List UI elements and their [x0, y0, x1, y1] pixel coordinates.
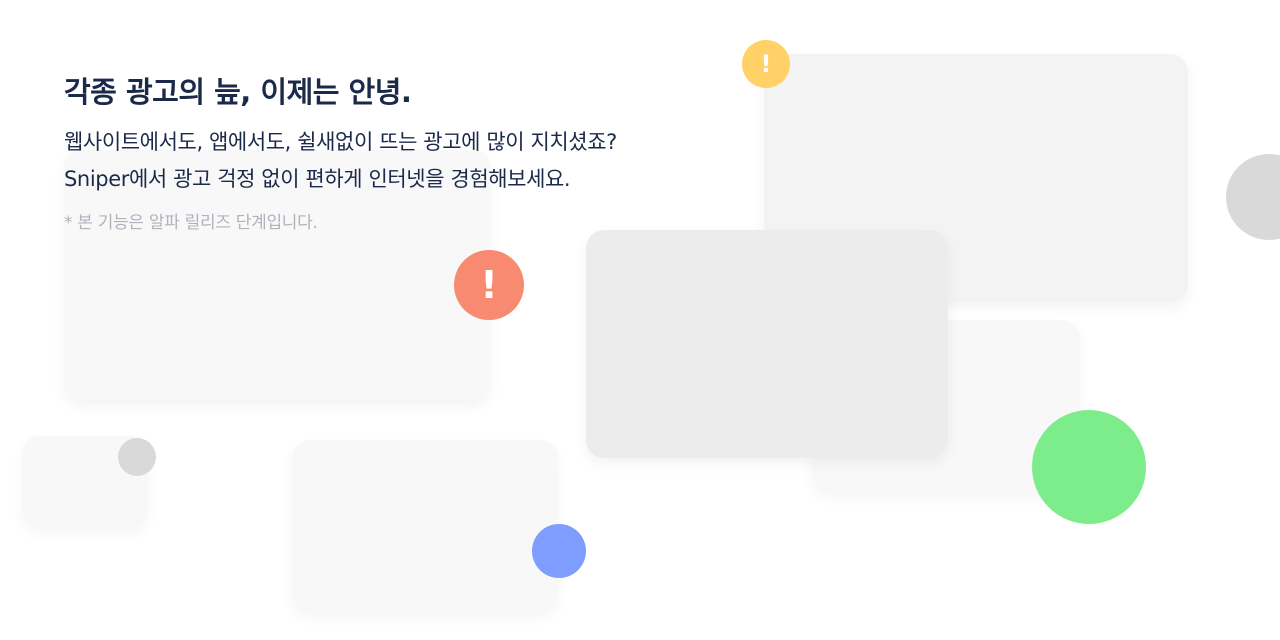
- headline: 각종 광고의 늪, 이제는 안녕.: [64, 75, 412, 109]
- exclamation-glyph: !: [760, 50, 772, 78]
- ad-card-placeholder: [586, 230, 948, 458]
- exclamation-icon: !: [454, 250, 524, 320]
- decorative-circle: [118, 438, 156, 476]
- description-line: 웹사이트에서도, 앱에서도, 쉴새없이 뜨는 광고에 많이 지치셨죠?: [64, 130, 617, 154]
- description-line: Sniper에서 광고 걱정 없이 편하게 인터넷을 경험해보세요.: [64, 167, 571, 191]
- exclamation-glyph: !: [480, 263, 498, 307]
- decorative-circle: [1226, 154, 1280, 240]
- exclamation-icon: !: [742, 40, 790, 88]
- ad-blocker-hero: ! ! 각종 광고의 늪, 이제는 안녕. 웹사이트에서도, 앱에서도, 쉴새없…: [0, 0, 1280, 640]
- decorative-circle: [1032, 410, 1146, 524]
- decorative-circle: [532, 524, 586, 578]
- hero-text: 각종 광고의 늪, 이제는 안녕. 웹사이트에서도, 앱에서도, 쉴새없이 뜨는…: [64, 72, 617, 236]
- alpha-release-note: * 본 기능은 알파 릴리즈 단계입니다.: [64, 213, 318, 233]
- ad-card-placeholder: [292, 440, 558, 612]
